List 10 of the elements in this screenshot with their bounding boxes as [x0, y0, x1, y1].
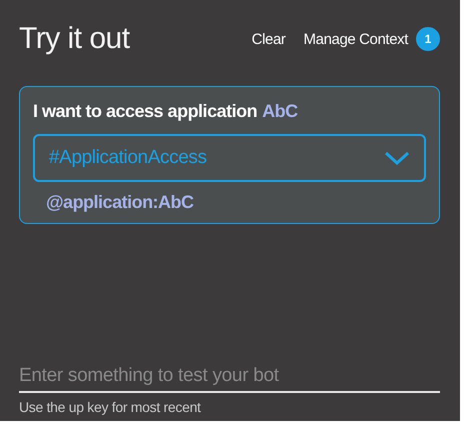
context-count-badge: 1 [416, 27, 440, 51]
entity-label: @application:AbC [46, 192, 195, 213]
entity-highlight: AbC [262, 101, 298, 122]
header-link[interactable]: Clear [252, 30, 286, 48]
input-hint: Use the up key for most recent [19, 399, 202, 415]
panel-title: Try it out [19, 22, 130, 56]
chevron-down-icon [384, 151, 410, 165]
message-input-field[interactable]: Enter something to test your bot [19, 365, 440, 393]
header-link[interactable]: Manage Context [304, 30, 408, 48]
message-text: I want to access application [33, 101, 258, 122]
